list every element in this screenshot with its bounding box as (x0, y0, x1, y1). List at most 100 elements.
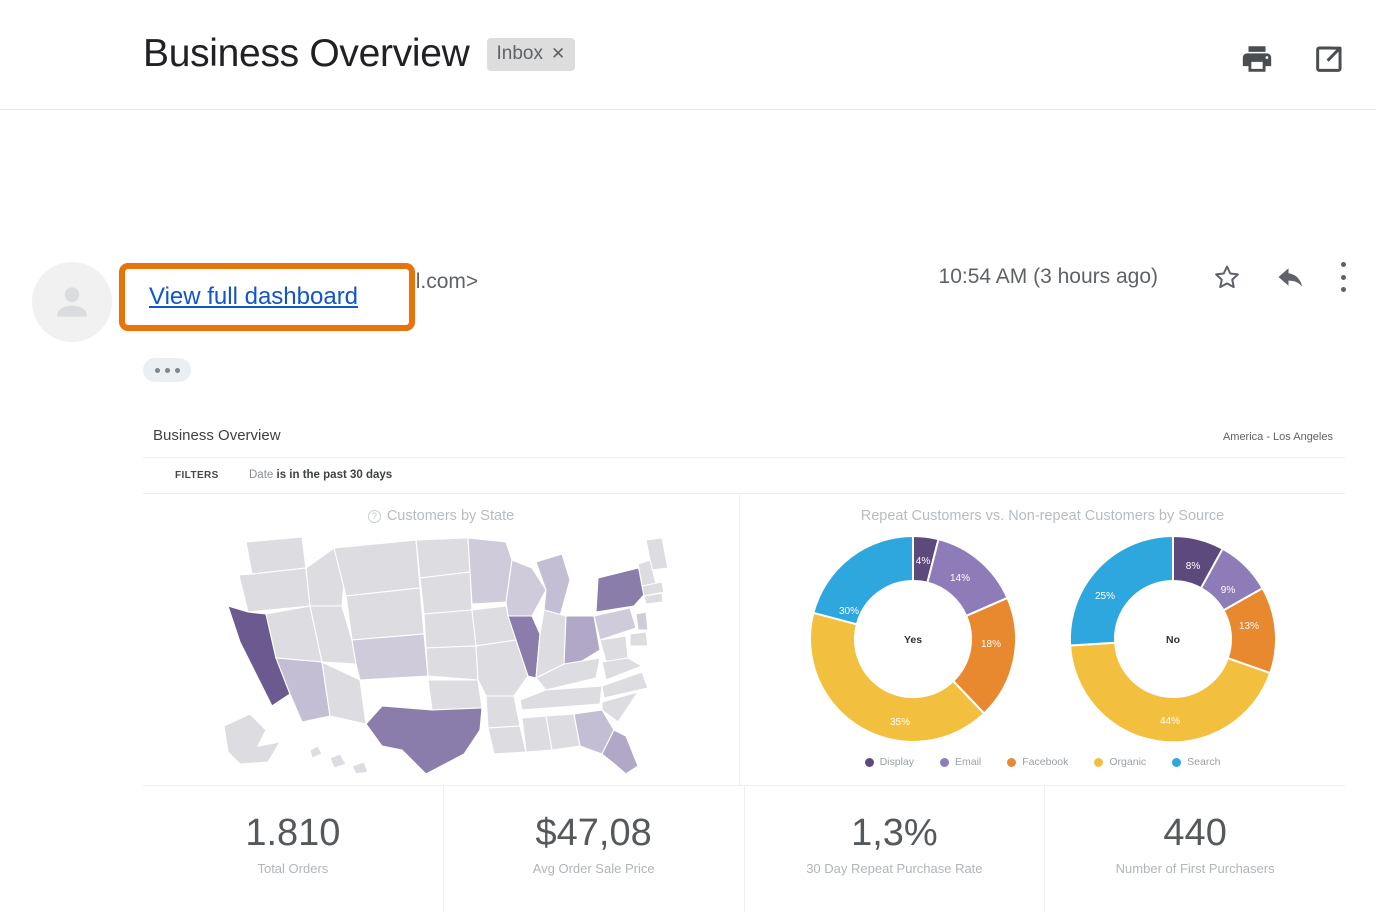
state-tn (520, 686, 602, 710)
dashboard-title: Business Overview (153, 427, 281, 444)
legend-label: Email (955, 756, 981, 768)
kpi-total-orders[interactable]: 1.810 Total Orders (143, 786, 444, 912)
state-ar (486, 696, 520, 728)
tile-title-customers-by-state: ? Customers by State (143, 508, 739, 524)
legend-swatch-organic (1094, 758, 1103, 767)
tile-title-repeat-customers: Repeat Customers vs. Non-repeat Customer… (740, 508, 1345, 524)
donut-chart-yes[interactable]: 4% 14% 18% 35% 30% Yes (797, 528, 1029, 750)
state-tx (366, 706, 482, 774)
kpi-label: Number of First Purchasers (1045, 861, 1345, 876)
filter-date[interactable]: Date is in the past 30 days (249, 469, 392, 481)
looker-dashboard: Business Overview America - Los Angeles … (143, 415, 1345, 912)
kpi-label: Avg Order Sale Price (444, 861, 744, 876)
state-la (488, 726, 526, 754)
donut-legend: Display Email Facebook Organic (740, 756, 1345, 768)
open-in-new-window-icon[interactable] (1312, 42, 1346, 76)
label-chip-inbox[interactable]: Inbox ✕ (487, 38, 576, 71)
view-full-dashboard-link[interactable]: View full dashboard (149, 283, 358, 311)
kpi-avg-order-sale-price[interactable]: $47,08 Avg Order Sale Price (444, 786, 745, 912)
legend-label: Search (1187, 756, 1220, 768)
legend-swatch-facebook (1007, 758, 1016, 767)
print-icon[interactable] (1240, 42, 1274, 76)
show-trimmed-content-button[interactable] (143, 358, 191, 382)
donut-center-label-no: No (1166, 634, 1180, 646)
reply-icon[interactable] (1276, 262, 1306, 292)
kpi-value: 1.810 (143, 814, 443, 854)
tile-title-text: Repeat Customers vs. Non-repeat Customer… (861, 508, 1224, 524)
donut-chart-no[interactable]: 8% 9% 13% 44% 25% No (1057, 528, 1289, 750)
slice-label-search: 30% (838, 606, 858, 617)
dashboard-timezone: America - Los Angeles (1223, 431, 1333, 443)
legend-item-search[interactable]: Search (1172, 756, 1220, 768)
state-ks (426, 646, 478, 680)
mail-header: Business Overview Inbox ✕ (0, 0, 1376, 110)
state-ak (224, 714, 280, 764)
tile-repeat-customers: Repeat Customers vs. Non-repeat Customer… (740, 494, 1345, 785)
tile-title-text: Customers by State (387, 508, 514, 524)
info-icon[interactable]: ? (368, 510, 381, 523)
state-ok (428, 680, 482, 710)
kpi-30-day-repeat-purchase-rate[interactable]: 1,3% 30 Day Repeat Purchase Rate (745, 786, 1046, 912)
slice-label-facebook: 18% (980, 639, 1000, 650)
state-co (352, 634, 428, 680)
legend-label: Organic (1109, 756, 1146, 768)
state-hi-2 (330, 754, 346, 768)
slice-search (1069, 536, 1172, 646)
legend-label: Facebook (1022, 756, 1068, 768)
us-map-svg (206, 530, 676, 775)
state-hi-3 (352, 762, 368, 774)
slice-label-search: 25% (1094, 591, 1114, 602)
legend-item-email[interactable]: Email (940, 756, 981, 768)
kpi-number-of-first-purchasers[interactable]: 440 Number of First Purchasers (1045, 786, 1345, 912)
subject-area: Business Overview Inbox ✕ (0, 33, 575, 76)
kpi-value: $47,08 (444, 814, 744, 854)
avatar-person-icon (50, 280, 94, 324)
state-de-md (630, 632, 648, 646)
dashboard-filter-bar: FILTERS Date is in the past 30 days (143, 457, 1345, 494)
state-wy (346, 588, 424, 640)
state-mn (468, 538, 512, 604)
view-dashboard-highlight: View full dashboard (119, 263, 415, 331)
slice-label-facebook: 13% (1238, 621, 1258, 632)
donut-charts: 4% 14% 18% 35% 30% Yes (740, 528, 1345, 750)
slice-label-organic: 44% (1159, 716, 1179, 727)
kpi-label: 30 Day Repeat Purchase Rate (745, 861, 1045, 876)
state-hi (310, 746, 322, 758)
avatar (32, 262, 112, 342)
state-nd (416, 538, 470, 578)
state-or (239, 568, 310, 612)
message-actions: 10:54 AM (3 hours ago) (939, 262, 1346, 292)
dashboard-tiles: ? Customers by State (143, 494, 1345, 786)
state-ne (424, 610, 476, 648)
state-mt (334, 540, 420, 596)
slice-label-display: 4% (915, 556, 930, 567)
slice-label-email: 14% (949, 573, 969, 584)
legend-swatch-display (865, 758, 874, 767)
close-icon[interactable]: ✕ (551, 45, 565, 62)
legend-item-facebook[interactable]: Facebook (1007, 756, 1068, 768)
legend-item-organic[interactable]: Organic (1094, 756, 1146, 768)
slice-search (813, 536, 913, 624)
more-options-icon[interactable] (1340, 262, 1346, 292)
filter-date-value: is in the past 30 days (277, 469, 393, 481)
label-chip-text: Inbox (497, 43, 543, 65)
dashboard-header: Business Overview America - Los Angeles (143, 415, 1345, 457)
us-choropleth-map[interactable] (143, 530, 739, 775)
legend-item-display[interactable]: Display (865, 756, 914, 768)
kpi-value: 440 (1045, 814, 1345, 854)
star-icon[interactable] (1212, 262, 1242, 292)
legend-swatch-search (1172, 758, 1181, 767)
kpi-label: Total Orders (143, 861, 443, 876)
tile-customers-by-state: ? Customers by State (143, 494, 740, 785)
filter-date-name: Date (249, 469, 273, 481)
kpi-row: 1.810 Total Orders $47,08 Avg Order Sale… (143, 786, 1345, 912)
header-actions (1240, 42, 1346, 76)
legend-label: Display (880, 756, 914, 768)
donut-center-label-yes: Yes (903, 634, 921, 646)
page-title: Business Overview (143, 33, 470, 76)
message-timestamp: 10:54 AM (3 hours ago) (939, 265, 1158, 289)
slice-label-display: 8% (1185, 561, 1200, 572)
slice-label-organic: 35% (889, 717, 909, 728)
legend-swatch-email (940, 758, 949, 767)
state-nj (636, 612, 648, 630)
